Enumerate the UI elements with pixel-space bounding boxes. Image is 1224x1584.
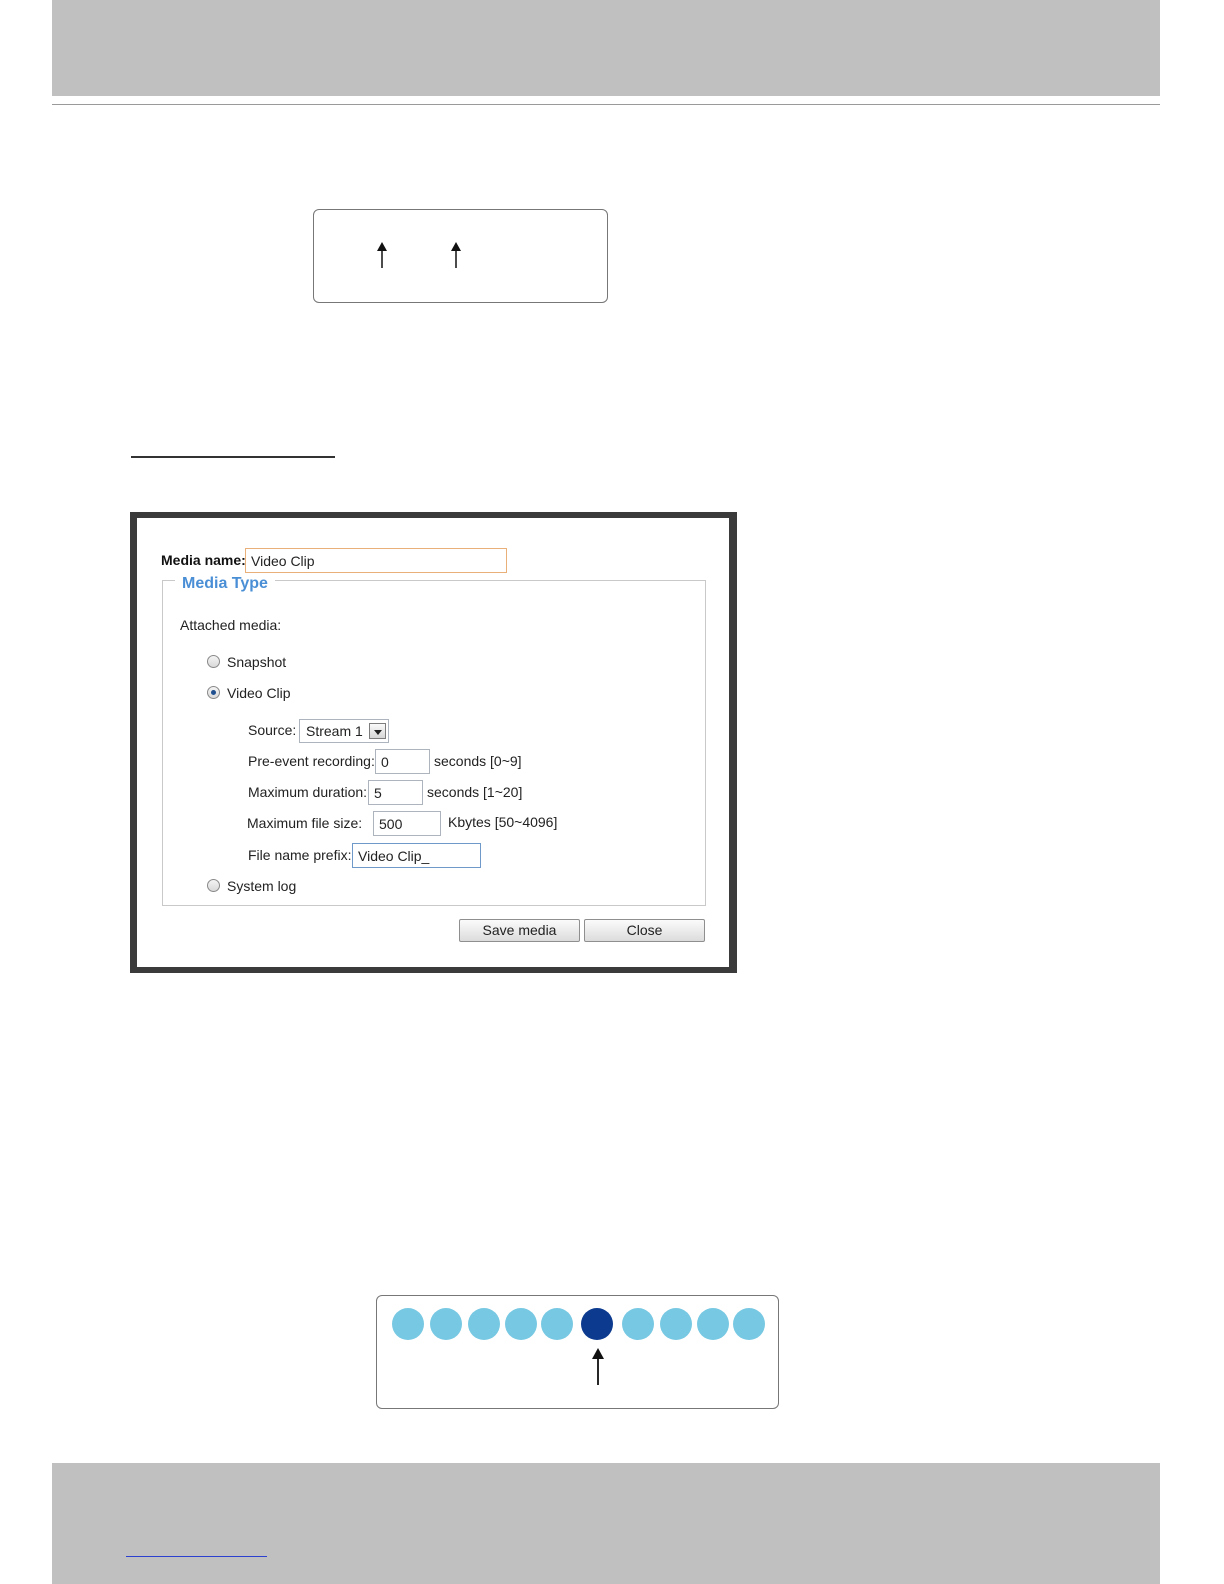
source-select-value: Stream 1 (306, 723, 363, 739)
system-log-radio[interactable] (207, 879, 220, 892)
max-file-size-input[interactable] (373, 811, 441, 836)
video-clip-radio-label[interactable]: Video Clip (227, 685, 291, 701)
frame-dot (697, 1308, 729, 1340)
frame-dot (541, 1308, 573, 1340)
source-select[interactable]: Stream 1 (299, 719, 389, 743)
arrow-diagram-box (313, 209, 608, 303)
up-arrow-icon (592, 1348, 604, 1385)
file-prefix-label: File name prefix: (248, 847, 352, 863)
save-media-button[interactable]: Save media (459, 919, 580, 942)
pre-event-unit: seconds [0~9] (434, 753, 522, 769)
file-prefix-input[interactable] (352, 843, 481, 868)
chevron-down-icon[interactable] (369, 723, 386, 739)
max-duration-input[interactable] (368, 780, 423, 805)
max-file-size-label: Maximum file size: (247, 815, 363, 831)
media-dialog-body: Media name: Media Type Attached media: S… (137, 518, 729, 967)
page-header-band (52, 0, 1160, 96)
system-log-radio-label[interactable]: System log (227, 878, 296, 894)
section-heading-underline (131, 456, 335, 458)
active-frame-dot (581, 1308, 613, 1340)
snapshot-radio[interactable] (207, 655, 220, 668)
attached-media-label: Attached media: (180, 617, 282, 633)
frame-dot (660, 1308, 692, 1340)
max-duration-label: Maximum duration: (248, 784, 368, 800)
header-divider (52, 104, 1160, 105)
frame-dot (430, 1308, 462, 1340)
source-label: Source: (248, 722, 297, 738)
up-arrow-icon (451, 242, 461, 268)
frame-dot (622, 1308, 654, 1340)
page-footer-band (52, 1463, 1160, 1584)
pre-event-label: Pre-event recording: (248, 753, 375, 769)
media-dialog-window: Media name: Media Type Attached media: S… (130, 512, 737, 973)
frame-dot (392, 1308, 424, 1340)
close-button[interactable]: Close (584, 919, 705, 942)
media-name-label: Media name: (161, 552, 246, 568)
frame-dot (505, 1308, 537, 1340)
max-duration-unit: seconds [1~20] (427, 784, 523, 800)
snapshot-radio-label[interactable]: Snapshot (227, 654, 286, 670)
frame-dot (733, 1308, 765, 1340)
media-type-legend: Media Type (175, 575, 275, 593)
up-arrow-icon (377, 242, 387, 268)
frame-dot (468, 1308, 500, 1340)
max-file-size-unit: Kbytes [50~4096] (448, 814, 558, 830)
video-clip-radio[interactable] (207, 686, 220, 699)
frame-dots-diagram-box (376, 1295, 779, 1409)
pre-event-input[interactable] (375, 749, 430, 774)
media-name-input[interactable] (245, 548, 507, 573)
footer-link-underline (126, 1556, 267, 1557)
